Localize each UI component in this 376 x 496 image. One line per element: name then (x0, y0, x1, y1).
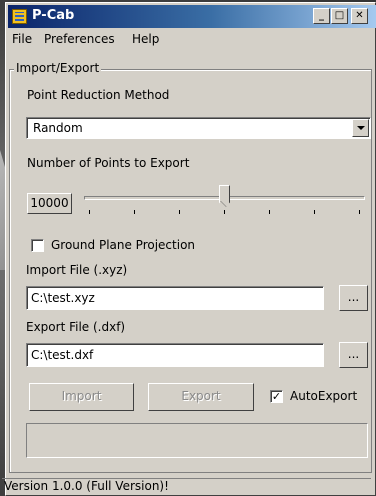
ground-plane-checkbox[interactable] (31, 239, 44, 252)
export-button[interactable]: Export (148, 383, 254, 411)
slider-tick (89, 210, 90, 214)
slider-thumb[interactable] (219, 185, 230, 209)
window-title: P-Cab (32, 8, 75, 23)
autoexport-checkbox[interactable]: ✓ (270, 390, 283, 403)
reduction-method-select[interactable]: Random (26, 117, 371, 139)
import-button[interactable]: Import (29, 383, 134, 411)
export-file-label: Export File (.dxf) (26, 320, 126, 334)
close-button[interactable]: ✕ (351, 8, 368, 24)
group-label: Import/Export (14, 61, 102, 75)
status-bar: Version 1.0.0 (Full Version)! (2, 478, 371, 494)
export-file-value: C:\test.dxf (31, 348, 94, 362)
title-bar[interactable]: P-Cab _ □ ✕ (8, 5, 376, 28)
menu-file[interactable]: File (12, 32, 32, 46)
maximize-button[interactable]: □ (331, 8, 348, 24)
menu-help[interactable]: Help (132, 32, 159, 46)
points-label: Number of Points to Export (27, 156, 190, 170)
slider-tick (224, 210, 225, 214)
import-file-value: C:\test.xyz (31, 291, 95, 305)
menu-bar: File Preferences Help (8, 29, 376, 49)
export-file-input[interactable]: C:\test.dxf (26, 343, 324, 367)
points-slider[interactable] (78, 184, 371, 218)
ground-plane-label: Ground Plane Projection (51, 238, 196, 252)
minimize-button[interactable]: _ (313, 8, 330, 24)
menu-preferences[interactable]: Preferences (44, 32, 115, 46)
autoexport-label: AutoExport (290, 389, 358, 403)
slider-tick (134, 210, 135, 214)
app-icon (12, 9, 27, 24)
points-value-display[interactable]: 10000 (27, 193, 72, 214)
status-text: Version 1.0.0 (Full Version)! (4, 479, 169, 493)
import-browse-button[interactable]: ... (339, 285, 368, 311)
chevron-down-icon[interactable] (352, 119, 369, 137)
reduction-method-value: Random (33, 121, 83, 135)
export-browse-button[interactable]: ... (339, 342, 368, 368)
slider-tick (179, 210, 180, 214)
import-file-input[interactable]: C:\test.xyz (26, 286, 324, 310)
slider-tick (269, 210, 270, 214)
slider-tick (314, 210, 315, 214)
output-panel (26, 423, 368, 458)
import-file-label: Import File (.xyz) (26, 263, 128, 277)
reduction-method-label: Point Reduction Method (27, 88, 170, 102)
slider-tick (359, 210, 360, 214)
